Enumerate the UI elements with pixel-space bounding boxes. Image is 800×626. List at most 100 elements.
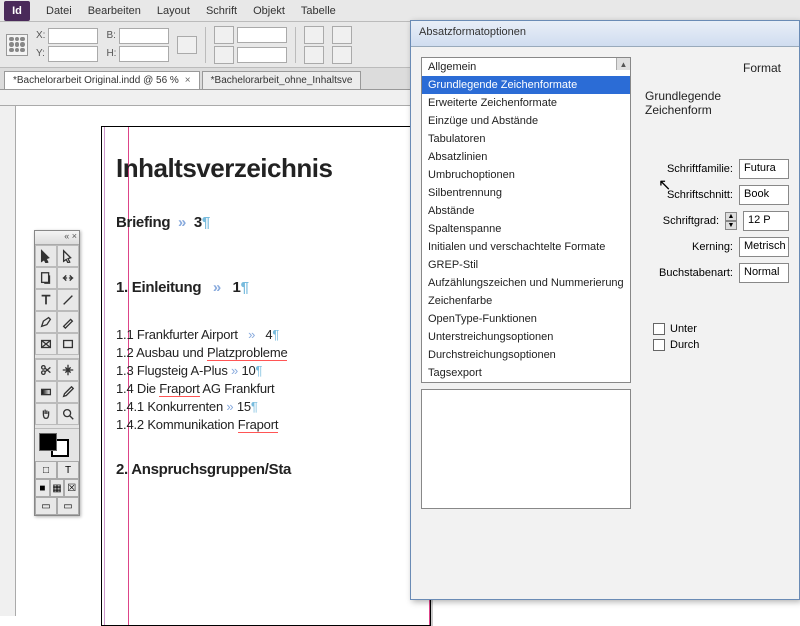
- doc-tab-1-label: *Bachelorarbeit Original.indd @ 56 %: [13, 75, 179, 86]
- scale-y-icon[interactable]: [214, 46, 234, 64]
- h-label: H:: [106, 48, 116, 59]
- zoom-tool[interactable]: [57, 403, 79, 425]
- column-guide: [104, 127, 105, 625]
- apply-gradient-icon[interactable]: ▦: [50, 479, 65, 497]
- x-label: X:: [36, 30, 45, 41]
- pencil-tool[interactable]: [57, 311, 79, 333]
- color-swatches[interactable]: [35, 429, 79, 461]
- w-input[interactable]: [119, 28, 169, 44]
- flip-v-icon[interactable]: [332, 46, 352, 64]
- case-label: Buchstabenart:: [659, 267, 733, 279]
- gap-tool[interactable]: [57, 267, 79, 289]
- rectangle-tool[interactable]: [57, 333, 79, 355]
- panel-heading: Grundlegende Zeichenform: [645, 89, 789, 117]
- scale-x-input[interactable]: [237, 27, 287, 43]
- type-tool[interactable]: [35, 289, 57, 311]
- toolbox: « ×: [34, 230, 80, 516]
- category-item[interactable]: Einzüge und Abstände: [422, 112, 630, 130]
- category-item[interactable]: Spaltenspanne: [422, 220, 630, 238]
- direct-selection-tool[interactable]: [57, 245, 79, 267]
- menu-bearbeiten[interactable]: Bearbeiten: [80, 2, 149, 20]
- kerning-label: Kerning:: [692, 241, 733, 253]
- category-item[interactable]: Tabulatoren: [422, 130, 630, 148]
- hand-tool[interactable]: [35, 403, 57, 425]
- page-tool[interactable]: [35, 267, 57, 289]
- scale-x-icon[interactable]: [214, 26, 234, 44]
- toc-entry: 1.4.2 Kommunikation Fraport: [116, 417, 422, 432]
- font-style-label: Schriftschnitt:: [667, 189, 733, 201]
- toolbox-header[interactable]: « ×: [35, 231, 79, 245]
- menu-tabelle[interactable]: Tabelle: [293, 2, 344, 20]
- view-mode-preview-icon[interactable]: ▭: [57, 497, 79, 515]
- font-style-input[interactable]: Book: [739, 185, 789, 205]
- text-format-icon[interactable]: T: [57, 461, 79, 479]
- category-item[interactable]: Unterstreichungsoptionen: [422, 328, 630, 346]
- kerning-input[interactable]: Metrisch: [739, 237, 789, 257]
- doc-tab-1[interactable]: *Bachelorarbeit Original.indd @ 56 % ×: [4, 71, 200, 89]
- category-item[interactable]: Allgemein: [422, 58, 630, 76]
- font-size-label: Schriftgrad:: [663, 215, 719, 227]
- category-item[interactable]: Erweiterte Zeichenformate: [422, 94, 630, 112]
- category-item[interactable]: Absatzlinien: [422, 148, 630, 166]
- case-input[interactable]: Normal: [739, 263, 789, 283]
- strike-checkbox[interactable]: [653, 339, 665, 351]
- category-item[interactable]: Tagsexport: [422, 364, 630, 382]
- category-item[interactable]: Durchstreichungsoptionen: [422, 346, 630, 364]
- line-tool[interactable]: [57, 289, 79, 311]
- shear-icon[interactable]: [304, 46, 324, 64]
- font-size-input[interactable]: 12 P: [743, 211, 789, 231]
- category-item[interactable]: OpenType-Funktionen: [422, 310, 630, 328]
- category-item[interactable]: GREP-Stil: [422, 256, 630, 274]
- font-family-input[interactable]: Futura: [739, 159, 789, 179]
- category-item[interactable]: Umbruchoptionen: [422, 166, 630, 184]
- menu-objekt[interactable]: Objekt: [245, 2, 293, 20]
- page: Inhaltsverzeichnis Briefing » 3¶ 1. Einl…: [101, 126, 431, 626]
- transform-tool[interactable]: [57, 359, 79, 381]
- h-input[interactable]: [119, 46, 169, 62]
- menu-datei[interactable]: Datei: [38, 2, 80, 20]
- apply-color-icon[interactable]: ■: [35, 479, 50, 497]
- toc-entry: 1.1 Frankfurter Airport » 4¶: [116, 327, 422, 342]
- rotate-icon[interactable]: [304, 26, 324, 44]
- size-stepper[interactable]: ▲▼: [725, 212, 737, 230]
- category-list-wrap: ▲ AllgemeinGrundlegende ZeichenformateEr…: [421, 57, 631, 589]
- pen-tool[interactable]: [35, 311, 57, 333]
- section-1: 1. Einleitung » 1¶: [116, 279, 422, 296]
- category-item[interactable]: Initialen und verschachtelte Formate: [422, 238, 630, 256]
- ruler-vertical: [0, 106, 16, 616]
- app-logo: Id: [4, 1, 30, 21]
- gradient-tool[interactable]: [35, 381, 57, 403]
- font-family-label: Schriftfamilie:: [667, 163, 733, 175]
- close-icon[interactable]: ×: [185, 75, 191, 86]
- scissors-tool[interactable]: [35, 359, 57, 381]
- category-item[interactable]: Abstände: [422, 202, 630, 220]
- paragraph-style-options-dialog: Absatzformatoptionen ▲ AllgemeinGrundleg…: [410, 20, 800, 600]
- x-input[interactable]: [48, 28, 98, 44]
- underline-checkbox[interactable]: [653, 323, 665, 335]
- page-content: Inhaltsverzeichnis Briefing » 3¶ 1. Einl…: [116, 153, 422, 492]
- fill-swatch[interactable]: [39, 433, 57, 451]
- eyedropper-tool[interactable]: [57, 381, 79, 403]
- scale-y-input[interactable]: [237, 47, 287, 63]
- category-item[interactable]: Aufzählungszeichen und Nummerierung: [422, 274, 630, 292]
- scroll-up-icon[interactable]: ▲: [616, 58, 630, 70]
- container-format-icon[interactable]: □: [35, 461, 57, 479]
- flip-h-icon[interactable]: [332, 26, 352, 44]
- doc-tab-2[interactable]: *Bachelorarbeit_ohne_Inhaltsve: [202, 71, 362, 89]
- reference-point[interactable]: [6, 34, 28, 56]
- view-mode-normal-icon[interactable]: ▭: [35, 497, 57, 515]
- menubar: Id Datei Bearbeiten Layout Schrift Objek…: [0, 0, 800, 22]
- format-name-label: Format: [645, 57, 789, 79]
- link-wh-icon[interactable]: [177, 36, 197, 54]
- apply-none-icon[interactable]: ☒: [64, 479, 79, 497]
- category-item[interactable]: Grundlegende Zeichenformate: [422, 76, 630, 94]
- y-input[interactable]: [48, 46, 98, 62]
- menu-layout[interactable]: Layout: [149, 2, 198, 20]
- category-item[interactable]: Zeichenfarbe: [422, 292, 630, 310]
- category-item[interactable]: Silbentrennung: [422, 184, 630, 202]
- rectangle-frame-tool[interactable]: [35, 333, 57, 355]
- form-panel: Format Grundlegende Zeichenform Schriftf…: [645, 57, 789, 589]
- category-list[interactable]: ▲ AllgemeinGrundlegende ZeichenformateEr…: [421, 57, 631, 383]
- selection-tool[interactable]: [35, 245, 57, 267]
- menu-schrift[interactable]: Schrift: [198, 2, 245, 20]
